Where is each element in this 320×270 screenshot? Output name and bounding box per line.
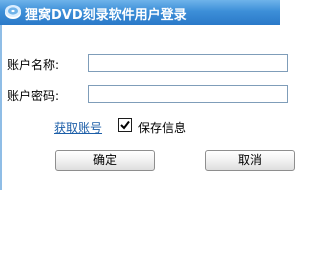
username-input[interactable] [88,54,288,72]
username-label: 账户名称: [7,58,60,72]
title-bar[interactable]: 狸窝DVD刻录软件用户登录 [0,0,280,25]
password-input[interactable] [88,85,288,103]
window-title: 狸窝DVD刻录软件用户登录 [25,8,187,23]
login-dialog: 狸窝DVD刻录软件用户登录 账户名称: 账户密码: 获取账号 保存信息 确定 取… [0,0,295,190]
checkmark-icon [120,120,130,130]
save-info-label[interactable]: 保存信息 [138,119,186,136]
window-border [0,25,2,190]
cancel-button[interactable]: 取消 [205,150,295,171]
get-account-link[interactable]: 获取账号 [54,119,102,136]
save-info-checkbox[interactable] [118,118,132,132]
ok-button[interactable]: 确定 [55,150,155,171]
dvd-disc-icon [5,5,21,19]
password-label: 账户密码: [7,89,60,103]
